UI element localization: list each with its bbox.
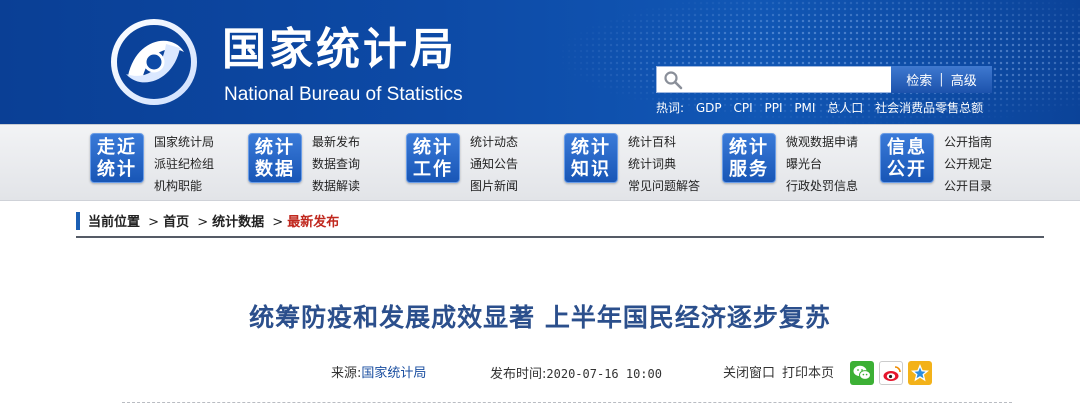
breadcrumb: 当前位置 > 首页 > 统计数据 > 最新发布: [76, 212, 1046, 234]
breadcrumb-marker: [76, 212, 80, 230]
nav-badge-data[interactable]: 统计 数据: [248, 133, 302, 183]
search-box: 检索 | 高级: [656, 66, 992, 93]
nav-badge-line: 走近: [97, 137, 137, 158]
time-label: 发布时间:: [490, 367, 547, 382]
hot-word-link[interactable]: PPI: [764, 101, 782, 115]
nav-badge-line: 数据: [255, 159, 295, 180]
nav-link[interactable]: 公开指南: [944, 131, 1054, 153]
nav-badge-line: 工作: [413, 159, 453, 180]
hot-word-link[interactable]: GDP: [696, 101, 722, 115]
nav-badge-line: 统计: [413, 137, 453, 158]
meta-divider: [122, 402, 1012, 403]
nav-badge-line: 公开: [887, 159, 927, 180]
nav-badge-disclosure[interactable]: 信息 公开: [880, 133, 934, 183]
main-nav: 走近 统计 国家统计局 派驻纪检组 机构职能 统计 数据 最新发布 数据查询 数…: [0, 124, 1080, 201]
article-time: 发布时间:2020-07-16 10:00: [490, 360, 662, 389]
nav-badge-line: 统计: [97, 159, 137, 180]
nav-badge-line: 统计: [255, 137, 295, 158]
breadcrumb-home-link[interactable]: 首页: [163, 215, 189, 230]
article-source: 来源:国家统计局: [331, 360, 426, 388]
hot-word-link[interactable]: CPI: [733, 101, 752, 115]
article-title: 统筹防疫和发展成效显著 上半年国民经济逐步复苏: [249, 303, 831, 332]
hot-words-label: 热词:: [656, 101, 685, 115]
site-header: 国家统计局 National Bureau of Statistics 检索 |…: [0, 0, 1080, 124]
nav-badge-line: 统计: [729, 137, 769, 158]
nav-link[interactable]: 公开规定: [944, 153, 1054, 175]
nav-badge-line: 统计: [571, 137, 611, 158]
search-separator: |: [939, 72, 944, 87]
nav-badge-line: 信息: [887, 137, 927, 158]
search-buttons: 检索 | 高级: [891, 66, 992, 93]
breadcrumb-arrow: >: [272, 215, 284, 230]
search-input[interactable]: [689, 69, 885, 90]
wechat-icon[interactable]: [850, 361, 874, 385]
breadcrumb-arrow: >: [197, 215, 209, 230]
source-label: 来源:: [331, 366, 362, 381]
source-value: 国家统计局: [361, 366, 427, 381]
hot-word-link[interactable]: PMI: [794, 101, 815, 115]
nav-badge-line: 知识: [571, 159, 611, 180]
breadcrumb-arrow: >: [148, 215, 160, 230]
hot-word-link[interactable]: 总人口: [827, 101, 863, 115]
nav-links: 公开指南 公开规定 公开目录: [944, 131, 1054, 197]
nav-badge-knowledge[interactable]: 统计 知识: [564, 133, 618, 183]
nav-link[interactable]: 公开目录: [944, 175, 1054, 197]
hot-words: 热词: GDP CPI PPI PMI 总人口 社会消费品零售总额: [656, 99, 1076, 117]
print-page-link[interactable]: 打印本页: [782, 360, 834, 388]
breadcrumb-current[interactable]: 最新发布: [287, 215, 339, 230]
close-window-link[interactable]: 关闭窗口: [723, 360, 775, 388]
article-meta: 来源:国家统计局 发布时间:2020-07-16 10:00 关闭窗口 打印本页: [0, 360, 1080, 388]
nav-badge-line: 服务: [729, 159, 769, 180]
breadcrumb-divider: [76, 236, 1044, 238]
qzone-icon[interactable]: [908, 361, 932, 385]
site-title-cn: 国家统计局: [222, 24, 457, 75]
nav-badge-service[interactable]: 统计 服务: [722, 133, 776, 183]
search-button[interactable]: 检索: [906, 70, 932, 89]
time-value: 2020-07-16 10:00: [546, 367, 662, 381]
nav-badge-work[interactable]: 统计 工作: [406, 133, 460, 183]
hot-word-link[interactable]: 社会消费品零售总额: [875, 101, 983, 115]
nav-badge-about[interactable]: 走近 统计: [90, 133, 144, 183]
site-title-en: National Bureau of Statistics: [224, 84, 463, 105]
breadcrumb-label: 当前位置: [88, 215, 141, 230]
advanced-search-button[interactable]: 高级: [951, 70, 977, 89]
search-icon: [663, 70, 683, 90]
nbs-logo-icon[interactable]: [108, 18, 200, 106]
weibo-icon[interactable]: [879, 361, 903, 385]
breadcrumb-stats-link[interactable]: 统计数据: [212, 215, 264, 230]
